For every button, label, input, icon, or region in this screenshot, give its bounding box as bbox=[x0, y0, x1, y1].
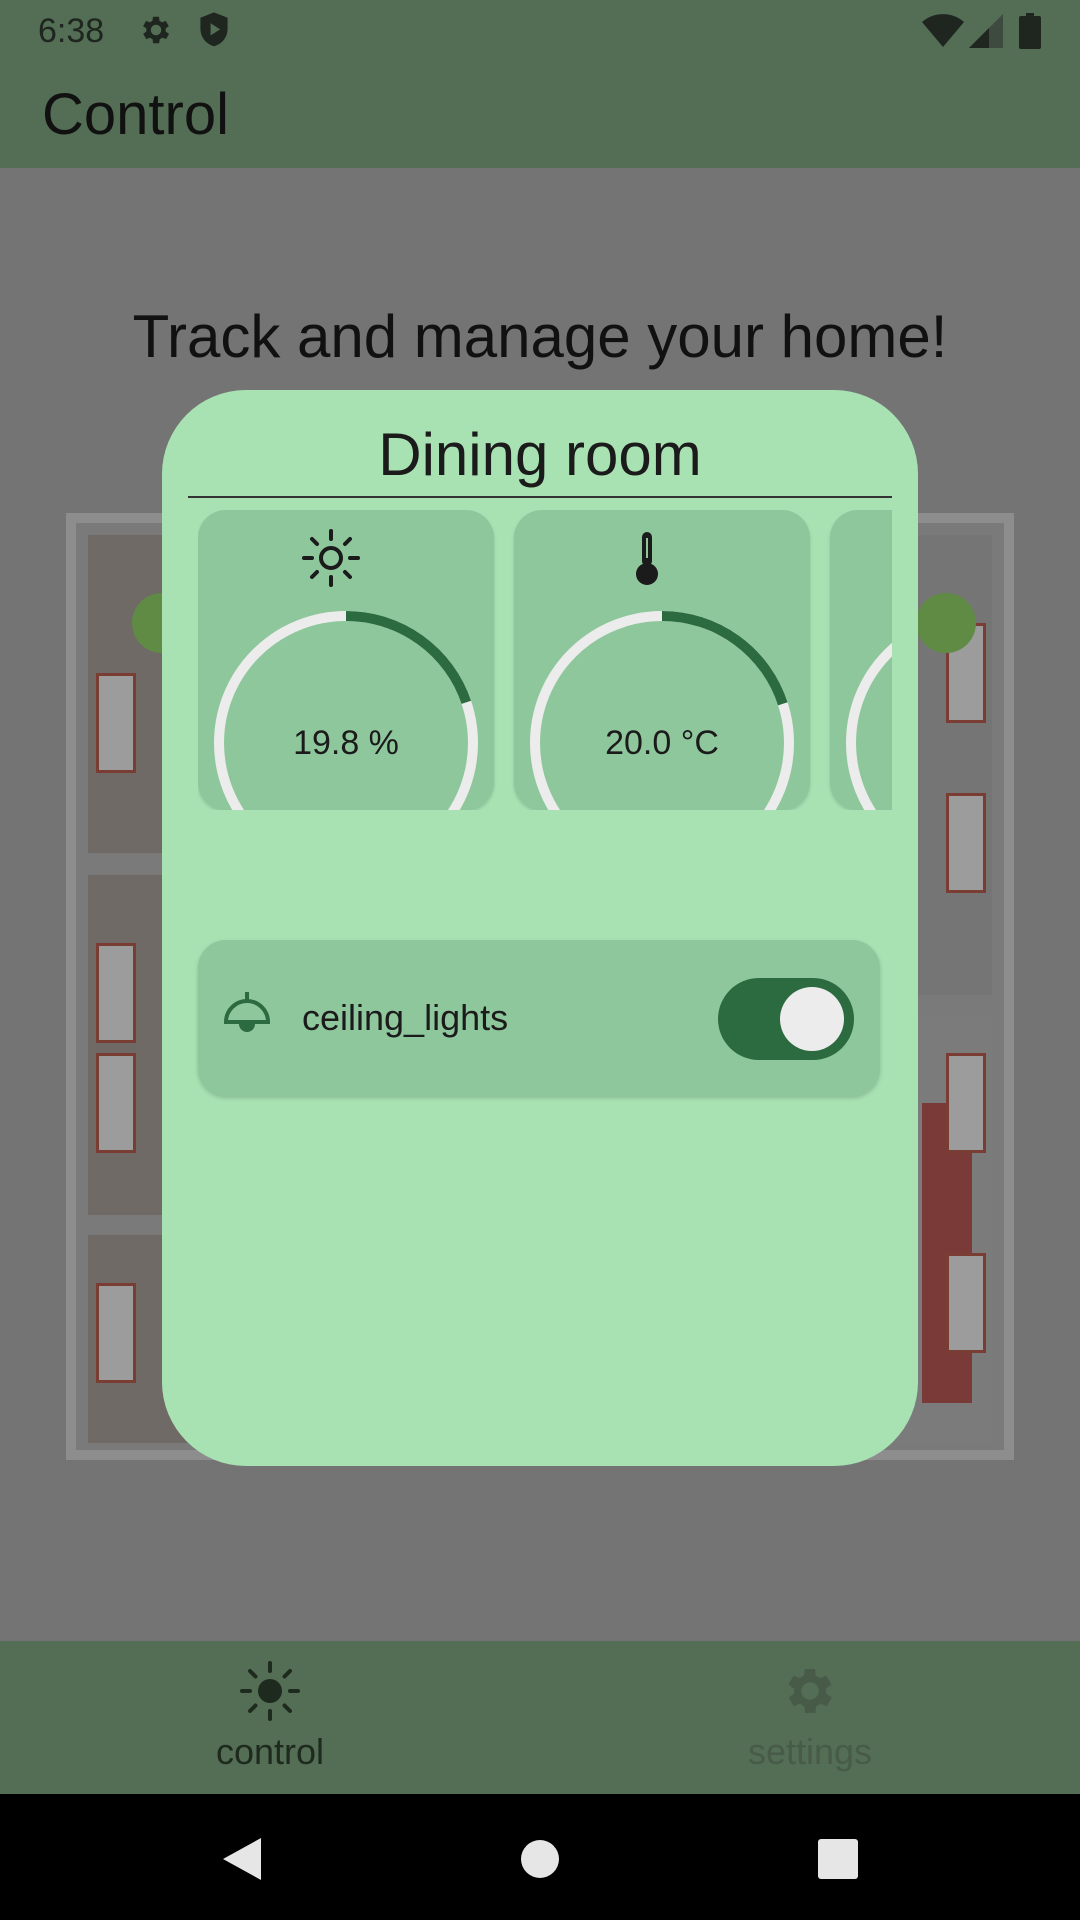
device-label: ceiling_lights bbox=[302, 997, 509, 1038]
floor-plan-window bbox=[946, 1253, 986, 1353]
nav-item-settings[interactable]: settings bbox=[540, 1641, 1080, 1794]
sensor-card-partial bbox=[830, 510, 892, 810]
floor-plan-window bbox=[96, 1283, 136, 1383]
floor-plan-window bbox=[946, 793, 986, 893]
gear-icon bbox=[143, 16, 170, 44]
recents-icon[interactable] bbox=[803, 1824, 873, 1894]
nav-item-control[interactable]: control bbox=[0, 1641, 540, 1794]
toggle-knob bbox=[780, 987, 844, 1051]
sun-icon bbox=[302, 529, 360, 587]
page-title: Control bbox=[42, 82, 229, 147]
sensor-card-light: 19.8 % bbox=[198, 510, 494, 810]
ceiling-lights-toggle[interactable] bbox=[718, 978, 854, 1060]
sensor-value: 19.8 % bbox=[293, 723, 399, 762]
dialog-title: Dining room bbox=[378, 421, 702, 488]
nav-label: settings bbox=[747, 1731, 873, 1772]
floor-plan-window bbox=[96, 1053, 136, 1153]
status-time: 6:38 bbox=[38, 12, 105, 50]
sensor-card-temperature: 20.0 °C bbox=[514, 510, 810, 810]
system-navigation-bar bbox=[0, 1794, 1080, 1920]
room-dialog: Dining room 19.8 % 20.0 °C ceiling_light… bbox=[162, 390, 918, 1466]
floor-plan-window bbox=[96, 943, 136, 1043]
nav-label: control bbox=[215, 1731, 325, 1772]
divider bbox=[188, 496, 892, 498]
ceiling-lamp-icon bbox=[223, 992, 271, 1032]
sun-icon bbox=[240, 1661, 300, 1721]
floor-plan-window bbox=[946, 1053, 986, 1153]
device-card-ceiling-lights: ceiling_lights bbox=[198, 940, 880, 1096]
sensor-value: 20.0 °C bbox=[605, 723, 719, 762]
gauge bbox=[846, 611, 892, 810]
floor-plan-plant bbox=[916, 593, 976, 653]
status-bar: 6:38 bbox=[0, 0, 1080, 63]
battery-icon bbox=[1019, 13, 1041, 49]
floor-plan-window bbox=[96, 673, 136, 773]
thermometer-icon bbox=[636, 532, 658, 585]
back-icon[interactable] bbox=[206, 1824, 276, 1894]
gear-icon bbox=[788, 1669, 832, 1713]
app-bar: Control bbox=[0, 63, 1080, 168]
wifi-icon bbox=[922, 14, 964, 47]
shield-icon bbox=[200, 12, 228, 47]
headline: Track and manage your home! bbox=[132, 303, 948, 370]
bottom-navigation: control settings bbox=[0, 1641, 1080, 1794]
signal-icon bbox=[969, 14, 1003, 48]
sensor-carousel[interactable]: 19.8 % 20.0 °C bbox=[198, 510, 892, 810]
home-icon[interactable] bbox=[505, 1824, 575, 1894]
